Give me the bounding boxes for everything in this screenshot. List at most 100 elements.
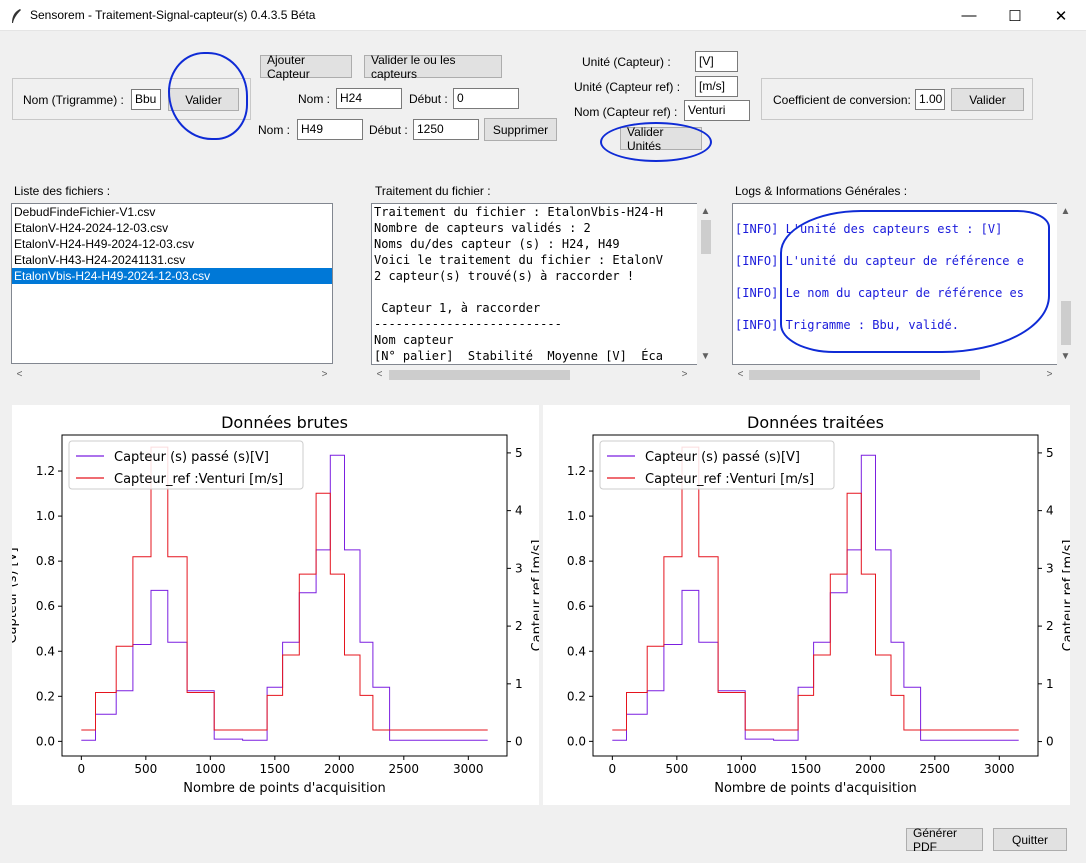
y-axis-label: Capteur (s) [V]: [12, 547, 20, 643]
processing-vscrollbar[interactable]: ▲ ▼: [697, 203, 714, 365]
x-axis-label: Nombre de points d'acquisition: [714, 781, 917, 796]
x-tick-label: 0: [78, 762, 86, 776]
log-line: [INFO] L'unité du capteur de référence e: [735, 254, 1024, 268]
sensor-unit-input[interactable]: [V]: [695, 51, 738, 72]
processing-line: Nombre de capteurs validés : 2: [374, 221, 591, 235]
scroll-thumb[interactable]: [701, 220, 711, 254]
y-tick-label: 0.4: [36, 644, 55, 658]
legend-label: Capteur (s) passé (s)[V]: [645, 450, 800, 465]
scroll-thumb[interactable]: [389, 370, 570, 380]
scroll-left-icon[interactable]: <: [11, 366, 28, 383]
file-item[interactable]: EtalonV-H24-2024-12-03.csv: [12, 220, 332, 236]
y2-tick-label: 1: [1046, 677, 1054, 691]
file-item[interactable]: EtalonV-H24-H49-2024-12-03.csv: [12, 236, 332, 252]
logs-textbox[interactable]: [INFO] L'unité des capteurs est : [V] [I…: [732, 203, 1058, 365]
file-item[interactable]: DebudFindeFichier-V1.csv: [12, 204, 332, 220]
processing-textbox[interactable]: Traitement du fichier : EtalonVbis-H24-H…: [371, 203, 698, 365]
processed-data-plot: Données traitées 0 500 1000 1500 2000 2500 3000…: [543, 405, 1076, 805]
log-line: [INFO] Trigramme : Bbu, validé.: [735, 318, 959, 332]
sensor2-start-input[interactable]: 1250: [413, 119, 479, 140]
y2-axis-label: Capteur ref [m/s]: [530, 540, 539, 652]
x-tick-label: 1500: [260, 762, 291, 776]
y2-tick-label: 2: [1046, 619, 1054, 633]
ref-name-input[interactable]: Venturi: [684, 100, 750, 121]
sensor2-name-input[interactable]: H49: [297, 119, 363, 140]
x-tick-label: 1500: [791, 762, 822, 776]
scroll-up-icon[interactable]: ▲: [697, 203, 714, 220]
conversion-validate-button[interactable]: Valider: [951, 88, 1024, 111]
y-tick-label: 0.0: [567, 734, 586, 748]
y-tick-label: 1.2: [36, 464, 55, 478]
y2-tick-label: 0: [515, 735, 523, 749]
validate-sensors-button[interactable]: Valider le ou les capteurs: [364, 53, 502, 81]
y-tick-label: 0.6: [36, 599, 55, 613]
y2-tick-label: 4: [515, 504, 523, 518]
scroll-up-icon[interactable]: ▲: [1057, 203, 1074, 220]
scroll-down-icon[interactable]: ▼: [1057, 348, 1074, 365]
processed-data-chart: Données traitées 0 500 1000 1500 2000 2500 3000…: [567, 413, 1076, 796]
trigram-validate-button[interactable]: Valider: [168, 88, 239, 111]
scroll-down-icon[interactable]: ▼: [697, 348, 714, 365]
conversion-label: Coefficient de conversion:: [773, 93, 911, 107]
scroll-right-icon[interactable]: >: [1041, 366, 1058, 383]
trigram-label: Nom (Trigramme) :: [23, 93, 124, 107]
logs-vscrollbar[interactable]: ▲ ▼: [1057, 203, 1074, 365]
conversion-input[interactable]: 1.00: [915, 89, 945, 110]
title-bar: Sensorem - Traitement-Signal-capteur(s) …: [0, 0, 1086, 31]
processing-line: Capteur 1, à raccorder: [374, 301, 541, 315]
processing-line: [N° palier] Stabilité Moyenne [V] Éca: [374, 349, 663, 363]
y-tick-label: 1.0: [567, 509, 586, 523]
series-line: [612, 446, 1019, 731]
chart-title: Données traitées: [747, 413, 884, 432]
processing-line: Voici le traitement du fichier : EtalonV: [374, 253, 663, 267]
y-tick-label: 0.0: [36, 734, 55, 748]
scroll-thumb[interactable]: [1061, 301, 1071, 345]
y-tick-label: 0.4: [567, 644, 586, 658]
quit-button[interactable]: Quitter: [993, 828, 1067, 851]
close-button[interactable]: ✕: [1038, 0, 1084, 31]
ref-unit-input[interactable]: [m/s]: [695, 76, 738, 97]
sensor1-start-input[interactable]: 0: [453, 88, 519, 109]
sensor1-name-input[interactable]: H24: [336, 88, 402, 109]
x-tick-label: 3000: [453, 762, 484, 776]
logs-hscrollbar[interactable]: < >: [732, 366, 1058, 383]
validate-units-button[interactable]: Valider Unités: [620, 125, 702, 153]
scroll-right-icon[interactable]: >: [676, 366, 693, 383]
processing-line: Nom capteur: [374, 333, 454, 347]
scroll-left-icon[interactable]: <: [371, 366, 388, 383]
x-tick-label: 2000: [324, 762, 355, 776]
scroll-right-icon[interactable]: >: [316, 366, 333, 383]
y2-tick-label: 3: [1046, 561, 1054, 575]
series-line: [612, 454, 1019, 741]
y2-tick-label: 2: [515, 619, 523, 633]
sensor-unit-label: Unité (Capteur) :: [582, 55, 671, 69]
file-item[interactable]: EtalonV-H43-H24-20241131.csv: [12, 252, 332, 268]
y-tick-label: 1.0: [36, 509, 55, 523]
legend-label: Capteur_ref :Venturi [m/s]: [114, 472, 283, 487]
ref-name-label: Nom (Capteur ref) :: [574, 105, 678, 119]
scroll-thumb[interactable]: [749, 370, 980, 380]
window-title: Sensorem - Traitement-Signal-capteur(s) …: [30, 8, 316, 22]
sensor2-start-label: Début :: [369, 123, 408, 137]
files-listbox[interactable]: DebudFindeFichier-V1.csv EtalonV-H24-202…: [11, 203, 333, 364]
minimize-button[interactable]: —: [946, 0, 992, 31]
files-hscrollbar[interactable]: < >: [11, 366, 333, 383]
processing-label: Traitement du fichier :: [375, 184, 491, 198]
series-line: [81, 454, 488, 741]
processing-line: [372, 284, 697, 300]
sensor1-name-label: Nom :: [298, 92, 331, 106]
y-tick-label: 0.2: [36, 689, 55, 703]
x-tick-label: 500: [665, 762, 688, 776]
trigram-input[interactable]: Bbu: [131, 89, 161, 110]
processing-hscrollbar[interactable]: < >: [371, 366, 693, 383]
remove-sensor-button[interactable]: Supprimer: [484, 118, 557, 141]
generate-pdf-button[interactable]: Générer PDF: [906, 826, 983, 854]
raw-data-plot: Données brutes 0 500 1000 1500 2000 2500 3000 0.…: [5, 405, 545, 805]
processing-line: Traitement du fichier : EtalonVbis-H24-H: [374, 205, 663, 219]
file-item-selected[interactable]: EtalonVbis-H24-H49-2024-12-03.csv: [12, 268, 332, 284]
files-label: Liste des fichiers :: [14, 184, 111, 198]
scroll-left-icon[interactable]: <: [732, 366, 749, 383]
maximize-button[interactable]: ☐: [992, 0, 1038, 31]
add-sensor-button[interactable]: Ajouter Capteur: [260, 53, 352, 81]
y-tick-label: 1.2: [567, 464, 586, 478]
